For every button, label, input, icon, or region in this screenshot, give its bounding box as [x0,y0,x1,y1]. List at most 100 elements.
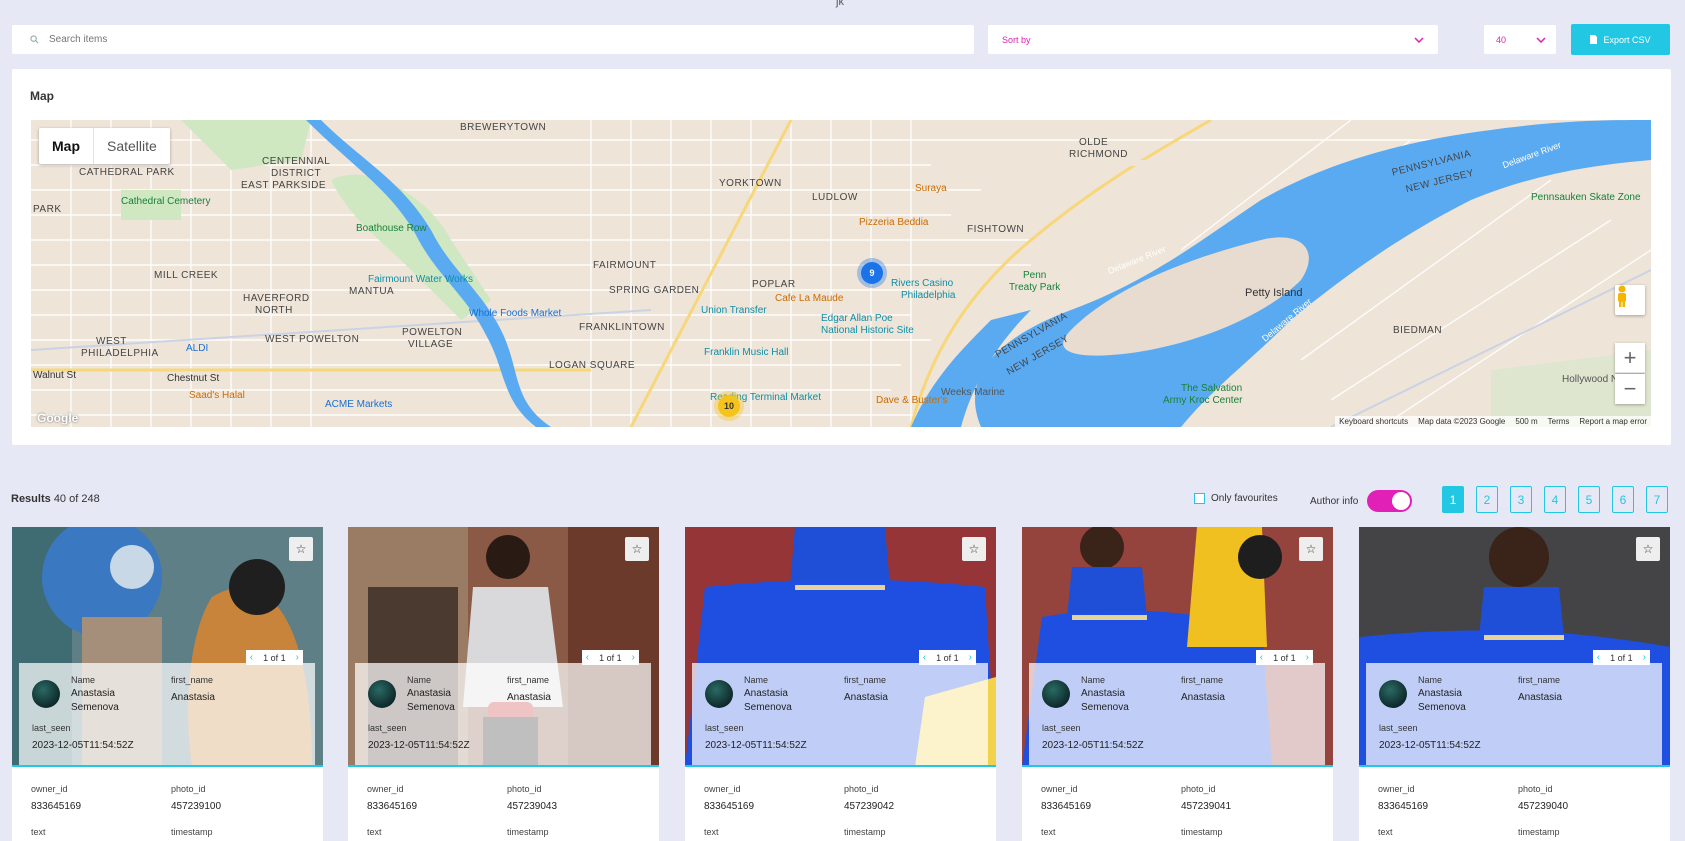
report-error-link[interactable]: Report a map error [1579,417,1647,426]
map-attribution: Keyboard shortcuts Map data ©2023 Google… [1335,416,1651,427]
author-info-overlay: Name Anastasia Semenova first_name Anast… [1029,663,1325,765]
map-title: Map [30,89,54,103]
author-info-toggle[interactable] [1367,490,1413,512]
zoom-out-button[interactable]: − [1615,374,1645,404]
map-cluster-marker[interactable]: 9 [861,262,883,284]
last-seen-value: 2023-12-05T11:54:52Z [1042,740,1144,751]
sort-select[interactable]: Sort by [988,25,1438,54]
map-label: Army Kroc Center [1163,395,1243,406]
page-button[interactable]: 1 [1442,486,1464,513]
map-label: VILLAGE [408,339,454,350]
slide-count: 1 of 1 [263,652,286,663]
map-view[interactable]: Map Satellite BREWERYTOWN CATHEDRAL PARK… [31,120,1651,427]
map-label: Petty Island [1245,287,1303,299]
owner-id-label: owner_id [1041,784,1078,794]
map-label: WEST POWELTON [265,334,360,345]
avatar [32,680,60,708]
map-scale[interactable]: 500 m [1515,417,1537,426]
keyboard-shortcuts-link[interactable]: Keyboard shortcuts [1339,417,1408,426]
card-photo[interactable]: ☆ ‹ 1 of 1 › Name Anastasia Semenova fir… [1359,527,1670,767]
card-photo[interactable]: ☆ ‹ 1 of 1 › Name Anastasia Semenova fir… [348,527,659,767]
map-label: SPRING GARDEN [609,285,700,296]
map-label: Cathedral Cemetery [121,196,211,207]
favourite-star-button[interactable]: ☆ [625,537,649,561]
result-card[interactable]: ☆ ‹ 1 of 1 › Name Anastasia Semenova fir… [1022,527,1333,841]
search-input[interactable] [49,34,929,45]
map-label: FISHTOWN [967,224,1025,235]
search-icon [30,35,39,44]
zoom-in-button[interactable]: + [1615,343,1645,373]
first-name-label: first_name [844,675,887,685]
favourite-star-button[interactable]: ☆ [1636,537,1660,561]
chevron-left-icon[interactable]: ‹ [1260,652,1263,663]
chevron-right-icon[interactable]: › [969,652,972,663]
chevron-left-icon[interactable]: ‹ [923,652,926,663]
app-mark: jk [836,0,844,8]
favourite-star-button[interactable]: ☆ [962,537,986,561]
card-photo[interactable]: ☆ ‹ 1 of 1 › Name Anastasia Semenova fir… [1022,527,1333,767]
owner-id-value: 833645169 [1378,801,1429,812]
text-label: text [1378,827,1393,837]
map-label: FRANKLINTOWN [579,322,665,333]
file-icon [1590,35,1598,44]
sort-placeholder: Sort by [1002,34,1031,45]
result-card[interactable]: ☆ ‹ 1 of 1 › Name Anastasia Semenova fir… [12,527,323,841]
pagination: 1 2 3 4 5 6 7 [1442,486,1668,513]
owner-id-value: 833645169 [704,801,755,812]
page-button[interactable]: 5 [1578,486,1600,513]
map-label: BREWERYTOWN [460,122,547,133]
first-name-value: Anastasia [171,692,215,703]
author-info-overlay: Name Anastasia Semenova first_name Anast… [355,663,651,765]
street-view-pegman-icon[interactable] [1615,285,1645,315]
timestamp-label: timestamp [844,827,886,837]
result-card[interactable]: ☆ ‹ 1 of 1 › Name Anastasia Semenova fir… [1359,527,1670,841]
owner-id-label: owner_id [31,784,68,794]
chevron-right-icon[interactable]: › [1643,652,1646,663]
star-icon: ☆ [295,542,307,556]
map-cluster-marker[interactable]: 10 [718,395,740,417]
map-type-map-button[interactable]: Map [39,128,94,164]
card-photo[interactable]: ☆ ‹ 1 of 1 › Name Anastasia Semenova fir… [685,527,996,767]
last-seen-value: 2023-12-05T11:54:52Z [368,740,470,751]
map-label: Suraya [915,183,947,194]
search-bar[interactable] [12,25,974,54]
last-seen-label: last_seen [368,723,407,733]
chevron-left-icon[interactable]: ‹ [586,652,589,663]
avatar [368,680,396,708]
page-button[interactable]: 2 [1476,486,1498,513]
map-label: FAIRMOUNT [593,260,657,271]
only-favourites-checkbox[interactable] [1194,493,1205,504]
page-button[interactable]: 7 [1646,486,1668,513]
photo-id-value: 457239042 [844,801,895,812]
chevron-right-icon[interactable]: › [1306,652,1309,663]
page-button[interactable]: 3 [1510,486,1532,513]
owner-id-label: owner_id [367,784,404,794]
result-card[interactable]: ☆ ‹ 1 of 1 › Name Anastasia Semenova fir… [348,527,659,841]
results-summary: Results 40 of 248 [11,493,100,505]
favourite-star-button[interactable]: ☆ [289,537,313,561]
page-button[interactable]: 6 [1612,486,1634,513]
per-page-select[interactable]: 40 [1484,25,1556,54]
chevron-right-icon[interactable]: › [296,652,299,663]
only-favourites-filter[interactable]: Only favourites [1194,493,1278,504]
map-label: ACME Markets [325,399,393,410]
last-seen-value: 2023-12-05T11:54:52Z [32,740,134,751]
map-label: Cafe La Maude [775,293,844,304]
chevron-left-icon[interactable]: ‹ [250,652,253,663]
chevron-right-icon[interactable]: › [632,652,635,663]
result-card[interactable]: ☆ ‹ 1 of 1 › Name Anastasia Semenova fir… [685,527,996,841]
name-label: Name [71,675,96,685]
chevron-left-icon[interactable]: ‹ [1597,652,1600,663]
map-label: DISTRICT [271,168,322,179]
owner-id-value: 833645169 [31,801,82,812]
name-label: Name [1418,675,1443,685]
terms-link[interactable]: Terms [1548,417,1570,426]
map-type-satellite-button[interactable]: Satellite [94,128,170,164]
map-label: Dave & Buster's [876,395,948,406]
export-csv-button[interactable]: Export CSV [1571,24,1670,55]
timestamp-label: timestamp [171,827,213,837]
card-photo[interactable]: ☆ ‹ 1 of 1 › Name Anastasia Semenova fir… [12,527,323,767]
per-page-value: 40 [1496,34,1507,45]
favourite-star-button[interactable]: ☆ [1299,537,1323,561]
page-button[interactable]: 4 [1544,486,1566,513]
